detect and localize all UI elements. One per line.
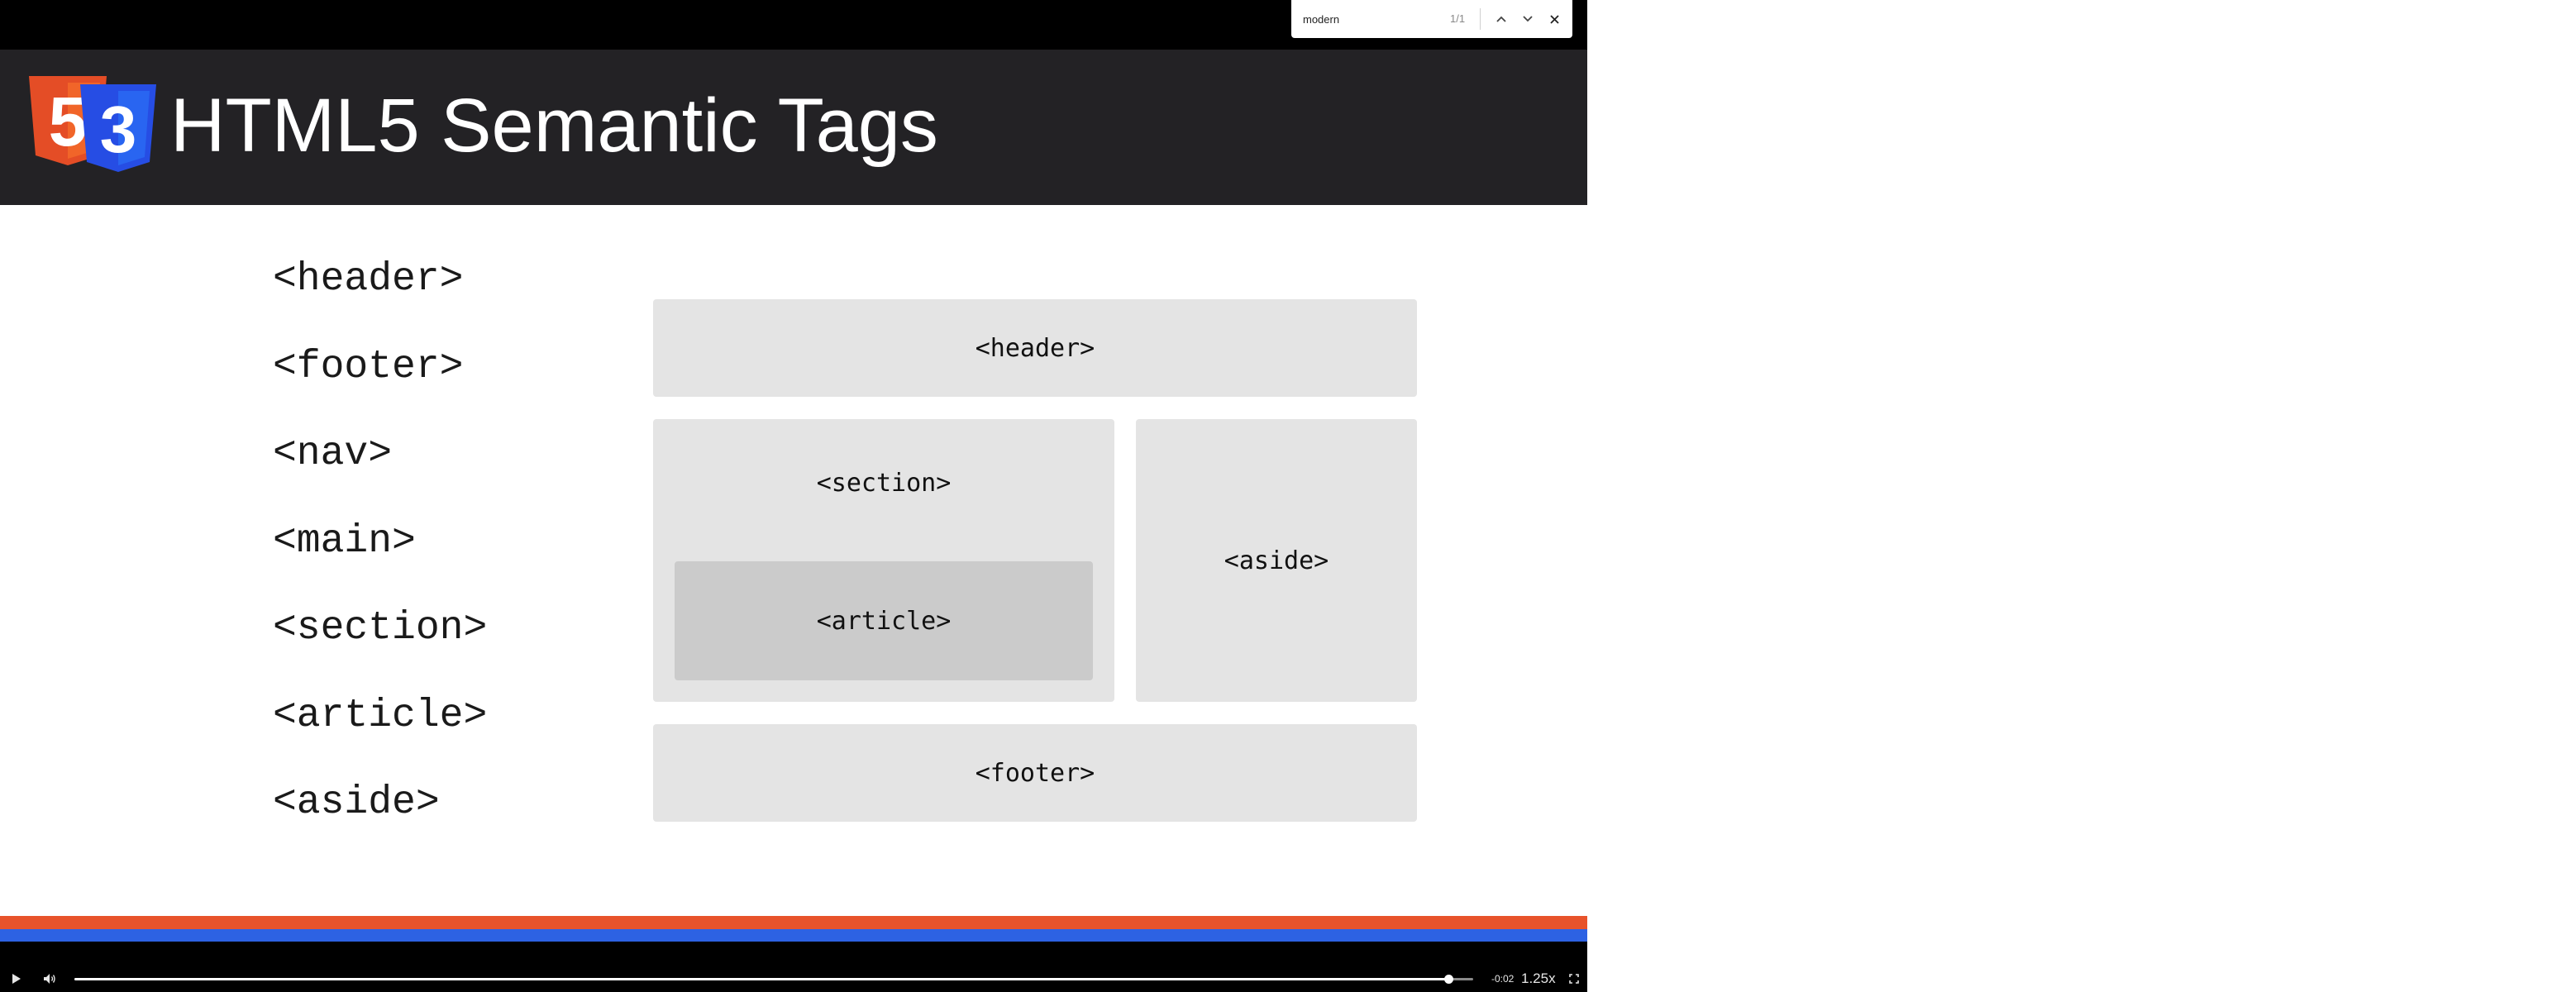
layout-article-box: <article> [675,561,1093,680]
layout-footer-label: <footer> [975,758,1095,788]
find-previous-button[interactable] [1490,7,1513,31]
close-icon [1549,14,1559,24]
tag-list-item: <footer> [273,344,464,389]
slide-title: HTML5 Semantic Tags [170,83,938,168]
layout-footer-box: <footer> [653,724,1417,822]
orange-accent-stripe [0,916,1587,929]
find-next-button[interactable] [1516,7,1539,31]
layout-header-label: <header> [975,333,1095,363]
find-input[interactable] [1303,10,1435,28]
tag-list-item: <article> [273,693,488,738]
player-controls: -0:02 1.25x [0,966,1587,992]
tag-list-item: <aside> [273,780,440,825]
css3-logo-digit: 3 [100,93,137,166]
html5-css3-logo: 5 3 [29,76,156,172]
progress-fill [74,978,1449,980]
chevron-down-icon [1523,16,1533,22]
slide-body: <header> <footer> <nav> <main> <section>… [0,205,1587,916]
layout-aside-box: <aside> [1136,419,1417,702]
play-icon [12,974,21,984]
time-remaining: -0:02 [1491,973,1515,985]
play-button[interactable] [5,966,28,992]
fullscreen-icon [1569,974,1579,984]
volume-button[interactable] [38,966,61,992]
find-divider [1480,8,1481,30]
playback-speed-button[interactable]: 1.25x [1521,966,1556,992]
chevron-up-icon [1496,16,1506,22]
tag-list-item: <header> [273,257,464,302]
find-close-button[interactable] [1543,7,1566,31]
tag-list-item: <main> [273,518,416,564]
find-match-count: 1/1 [1450,12,1466,25]
progress-bar[interactable] [74,975,1473,984]
blue-accent-stripe [0,929,1587,942]
video-player[interactable]: 5 3 HTML5 Semantic Tags <header> <footer… [0,0,1587,992]
fullscreen-button[interactable] [1564,966,1584,992]
layout-article-label: <article> [816,606,952,636]
volume-icon [44,974,55,984]
tag-list-item: <section> [273,606,488,651]
semantic-tag-list: <header> <footer> <nav> <main> <section>… [273,255,487,866]
progress-handle[interactable] [1444,975,1454,984]
layout-header-box: <header> [653,299,1417,397]
slide-header: 5 3 HTML5 Semantic Tags [0,50,1587,205]
layout-section-box: <section> <article> [653,419,1114,702]
tag-list-item: <nav> [273,432,393,476]
find-bar: 1/1 [1291,0,1572,38]
layout-aside-label: <aside> [1224,546,1329,575]
layout-section-label: <section> [816,469,952,498]
